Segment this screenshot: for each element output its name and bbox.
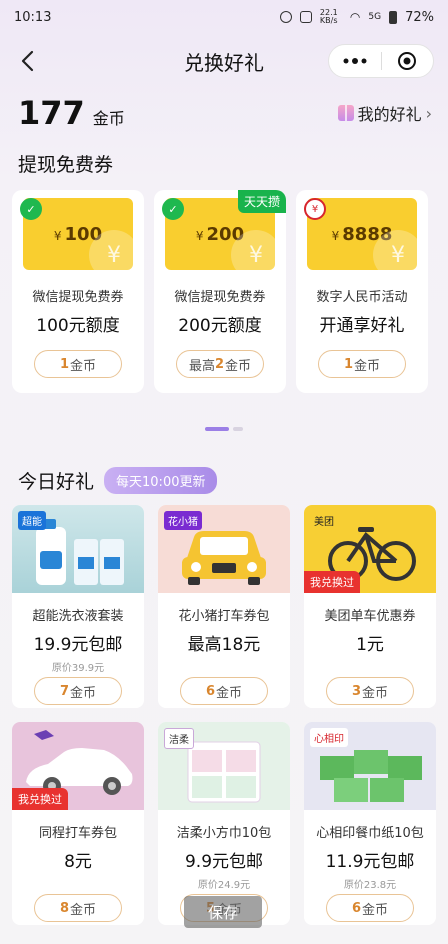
gift-price: 11.9元包邮 <box>325 852 415 872</box>
net-speed: 22.1 KB/s <box>319 8 338 25</box>
update-badge: 每天10:00更新 <box>104 466 218 494</box>
brand-logo: 美团 <box>310 511 338 530</box>
brand-logo: 花小猪 <box>164 511 202 530</box>
page-title: 兑换好礼 <box>184 50 264 75</box>
brand-logo: 超能 <box>18 511 46 530</box>
voucher-card[interactable]: ¥100 ¥ ✓ 微信提现免费券 100元额度 1 金币 <box>12 190 144 393</box>
gift-name: 洁柔小方巾10包 <box>176 826 272 841</box>
more-button[interactable] <box>329 45 381 77</box>
product-image: 花小猪 <box>158 505 290 593</box>
mini-program-capsule <box>328 44 434 78</box>
more-dots-icon <box>343 58 367 64</box>
ecny-icon: ¥ <box>304 198 326 220</box>
battery-icon <box>389 10 398 24</box>
voucher-card[interactable]: ¥200 ¥ ✓ 天天攒 微信提现免费券 200元额度 最高 2 金币 <box>154 190 286 393</box>
product-image: 超能 <box>12 505 144 593</box>
gift-price: 9.9元包邮 <box>184 852 264 872</box>
exchange-button[interactable]: 1 金币 <box>34 350 122 378</box>
gift-name: 同程打车券包 <box>38 826 117 841</box>
gift-price: 1元 <box>356 635 384 655</box>
my-gifts-link[interactable]: 我的好礼 › <box>337 101 432 125</box>
voucher-value: 100元额度 <box>36 316 120 336</box>
carousel-indicator <box>0 427 448 431</box>
gift-card[interactable]: 超能 超能洗衣液套装 19.9元包邮 原价39.9元 7 金币 <box>12 505 144 708</box>
voucher-value: 200元额度 <box>178 316 262 336</box>
exchange-button[interactable]: 6 金币 <box>180 677 268 705</box>
voucher-list: ¥100 ¥ ✓ 微信提现免费券 100元额度 1 金币 ¥200 ¥ ✓ 天天攒… <box>0 190 448 393</box>
section-title-vouchers: 提现免费券 <box>18 153 114 176</box>
gift-grid: 超能 超能洗衣液套装 19.9元包邮 原价39.9元 7 金币 花小猪 花小猪打… <box>0 505 448 925</box>
target-close-icon <box>398 52 417 70</box>
exchange-button[interactable]: 3 金币 <box>326 677 414 705</box>
coin-count: 177 <box>18 94 85 132</box>
original-price: 原价39.9元 <box>51 663 105 674</box>
chevron-left-icon <box>21 50 34 72</box>
gift-name: 花小猪打车券包 <box>178 609 270 624</box>
voucher-card[interactable]: ¥8888 ¥ ¥ 数字人民币活动 开通享好礼 1 金币 <box>296 190 428 393</box>
back-button[interactable] <box>14 46 40 76</box>
nav-bar: 兑换好礼 <box>0 34 448 88</box>
voucher-name: 数字人民币活动 <box>316 290 408 305</box>
chevron-right-icon: › <box>425 103 432 123</box>
exchange-button[interactable]: 6 金币 <box>326 894 414 922</box>
exchanged-tag: 我兑换过 <box>12 788 68 810</box>
voucher-name: 微信提现免费券 <box>174 290 266 305</box>
coin-unit: 金币 <box>92 109 125 128</box>
product-image: 美团 我兑换过 <box>304 505 436 593</box>
gift-card[interactable]: 心相印 心相印餐巾纸10包 11.9元包邮 原价23.8元 6 金币 <box>304 722 436 925</box>
status-icons: 22.1 KB/s ◠ 5G 72% <box>279 8 434 25</box>
coins-row: 177 金币 我的好礼 › <box>0 88 448 138</box>
coin-balance: 177 金币 <box>18 94 125 132</box>
save-toast[interactable]: 保存 <box>184 896 262 928</box>
gift-card[interactable]: 洁柔 洁柔小方巾10包 9.9元包邮 原价24.9元 5金币 <box>158 722 290 925</box>
product-image: 我兑换过 <box>12 722 144 810</box>
gift-price: 8元 <box>64 852 92 872</box>
gift-card[interactable]: 我兑换过 同程打车券包 8元 8 金币 <box>12 722 144 925</box>
gift-icon <box>337 105 354 121</box>
product-image: 心相印 <box>304 722 436 810</box>
original-price: 原价23.8元 <box>343 880 397 891</box>
status-bar: 10:13 22.1 KB/s ◠ 5G 72% <box>0 0 448 34</box>
exchange-button[interactable]: 8 金币 <box>34 894 122 922</box>
daily-ribbon: 天天攒 <box>237 190 286 213</box>
original-price: 原价24.9元 <box>197 880 251 891</box>
wifi-icon: ◠ <box>349 10 361 24</box>
brand-logo: 洁柔 <box>164 728 194 749</box>
voucher-value: 开通享好礼 <box>319 316 405 336</box>
battery-level: 72% <box>405 9 434 25</box>
wechat-icon: ✓ <box>20 198 42 220</box>
exchange-button[interactable]: 最高 2 金币 <box>176 350 264 378</box>
gift-name: 心相印餐巾纸10包 <box>316 826 424 841</box>
exchange-button[interactable]: 7 金币 <box>34 677 122 705</box>
gift-card[interactable]: 美团 我兑换过 美团单车优惠券 1元 3 金币 <box>304 505 436 708</box>
indicator-active <box>205 427 229 431</box>
gift-name: 超能洗衣液套装 <box>32 609 124 624</box>
indicator-inactive <box>233 427 243 431</box>
my-gifts-label: 我的好礼 <box>357 105 422 124</box>
gift-price: 最高18元 <box>187 635 261 655</box>
exchange-button[interactable]: 1 金币 <box>318 350 406 378</box>
product-image: 洁柔 <box>158 722 290 810</box>
signal-label: 5G <box>368 12 382 22</box>
status-time: 10:13 <box>14 9 52 25</box>
alarm-icon <box>279 11 292 23</box>
exchanged-tag: 我兑换过 <box>304 571 360 593</box>
gift-price: 19.9元包邮 <box>33 635 123 655</box>
gift-card[interactable]: 花小猪 花小猪打车券包 最高18元 6 金币 <box>158 505 290 708</box>
wechat-icon: ✓ <box>162 198 184 220</box>
vibrate-icon <box>299 11 312 23</box>
gift-name: 美团单车优惠券 <box>324 609 416 624</box>
brand-logo: 心相印 <box>310 728 348 747</box>
section-title-today: 今日好礼 <box>18 470 95 493</box>
close-mini-program-button[interactable] <box>382 45 434 77</box>
voucher-name: 微信提现免费券 <box>32 290 124 305</box>
